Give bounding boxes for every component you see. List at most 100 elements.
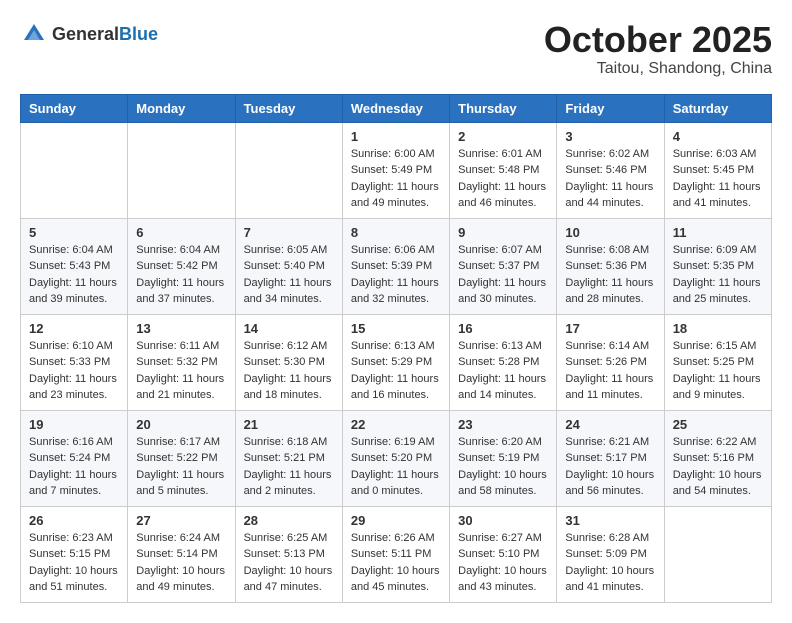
calendar-cell: 7Sunrise: 6:05 AM Sunset: 5:40 PM Daylig… xyxy=(235,218,342,314)
page-header: GeneralBlue October 2025 Taitou, Shandon… xyxy=(20,20,772,78)
calendar-cell: 23 Sunrise: 6:20 AM Sunset: 5:19 PM Dayli… xyxy=(450,410,557,506)
day-info: Sunrise: 6:03 AM Sunset: 5:45 PM Dayligh… xyxy=(673,146,763,212)
calendar-cell: 13 Sunrise: 6:11 AM Sunset: 5:32 PM Dayli… xyxy=(128,314,235,410)
day-info: Sunrise: 6:21 AM Sunset: 5:17 PM Dayligh… xyxy=(565,434,655,500)
location-title: Taitou, Shandong, China xyxy=(544,60,772,78)
weekday-header-wednesday: Wednesday xyxy=(342,94,449,122)
day-info: Sunrise: 6:27 AM Sunset: 5:10 PM Dayligh… xyxy=(458,530,548,596)
weekday-header-friday: Friday xyxy=(557,94,664,122)
calendar-cell: 1 Sunrise: 6:00 AM Sunset: 5:49 PM Daylig… xyxy=(342,122,449,218)
calendar-cell: 8Sunrise: 6:06 AM Sunset: 5:39 PM Daylig… xyxy=(342,218,449,314)
day-number: 9 xyxy=(458,225,548,240)
day-info: Sunrise: 6:04 AM Sunset: 5:42 PM Dayligh… xyxy=(136,242,226,308)
calendar-cell: 20 Sunrise: 6:17 AM Sunset: 5:22 PM Dayli… xyxy=(128,410,235,506)
calendar-cell: 30 Sunrise: 6:27 AM Sunset: 5:10 PM Dayli… xyxy=(450,506,557,602)
day-info: Sunrise: 6:04 AM Sunset: 5:43 PM Dayligh… xyxy=(29,242,119,308)
day-info: Sunrise: 6:10 AM Sunset: 5:33 PM Dayligh… xyxy=(29,338,119,404)
logo-general: General xyxy=(52,24,119,44)
day-info: Sunrise: 6:07 AM Sunset: 5:37 PM Dayligh… xyxy=(458,242,548,308)
day-number: 8 xyxy=(351,225,441,240)
day-number: 26 xyxy=(29,513,119,528)
week-row-4: 19 Sunrise: 6:16 AM Sunset: 5:24 PM Dayli… xyxy=(21,410,772,506)
day-number: 27 xyxy=(136,513,226,528)
day-number: 31 xyxy=(565,513,655,528)
day-info: Sunrise: 6:08 AM Sunset: 5:36 PM Dayligh… xyxy=(565,242,655,308)
calendar-cell: 21 Sunrise: 6:18 AM Sunset: 5:21 PM Dayli… xyxy=(235,410,342,506)
day-number: 7 xyxy=(244,225,334,240)
day-number: 18 xyxy=(673,321,763,336)
weekday-header-monday: Monday xyxy=(128,94,235,122)
day-number: 3 xyxy=(565,129,655,144)
day-number: 12 xyxy=(29,321,119,336)
calendar-cell: 18Sunrise: 6:15 AM Sunset: 5:25 PM Dayli… xyxy=(664,314,771,410)
day-number: 5 xyxy=(29,225,119,240)
title-block: October 2025 Taitou, Shandong, China xyxy=(544,20,772,78)
day-number: 19 xyxy=(29,417,119,432)
calendar-cell: 14Sunrise: 6:12 AM Sunset: 5:30 PM Dayli… xyxy=(235,314,342,410)
day-number: 20 xyxy=(136,417,226,432)
day-number: 30 xyxy=(458,513,548,528)
calendar-cell: 22Sunrise: 6:19 AM Sunset: 5:20 PM Dayli… xyxy=(342,410,449,506)
calendar-cell: 3 Sunrise: 6:02 AM Sunset: 5:46 PM Daylig… xyxy=(557,122,664,218)
week-row-1: 1 Sunrise: 6:00 AM Sunset: 5:49 PM Daylig… xyxy=(21,122,772,218)
calendar-cell: 6 Sunrise: 6:04 AM Sunset: 5:42 PM Daylig… xyxy=(128,218,235,314)
day-info: Sunrise: 6:02 AM Sunset: 5:46 PM Dayligh… xyxy=(565,146,655,212)
day-info: Sunrise: 6:09 AM Sunset: 5:35 PM Dayligh… xyxy=(673,242,763,308)
day-info: Sunrise: 6:11 AM Sunset: 5:32 PM Dayligh… xyxy=(136,338,226,404)
day-number: 11 xyxy=(673,225,763,240)
day-number: 29 xyxy=(351,513,441,528)
calendar-cell: 2 Sunrise: 6:01 AM Sunset: 5:48 PM Daylig… xyxy=(450,122,557,218)
calendar-table: SundayMondayTuesdayWednesdayThursdayFrid… xyxy=(20,94,772,603)
weekday-header-row: SundayMondayTuesdayWednesdayThursdayFrid… xyxy=(21,94,772,122)
day-info: Sunrise: 6:17 AM Sunset: 5:22 PM Dayligh… xyxy=(136,434,226,500)
day-info: Sunrise: 6:19 AM Sunset: 5:20 PM Dayligh… xyxy=(351,434,441,500)
calendar-cell xyxy=(21,122,128,218)
calendar-cell: 15Sunrise: 6:13 AM Sunset: 5:29 PM Dayli… xyxy=(342,314,449,410)
day-info: Sunrise: 6:16 AM Sunset: 5:24 PM Dayligh… xyxy=(29,434,119,500)
day-number: 14 xyxy=(244,321,334,336)
calendar-cell xyxy=(664,506,771,602)
calendar-cell: 10 Sunrise: 6:08 AM Sunset: 5:36 PM Dayli… xyxy=(557,218,664,314)
logo-blue: Blue xyxy=(119,24,158,44)
day-number: 17 xyxy=(565,321,655,336)
day-info: Sunrise: 6:28 AM Sunset: 5:09 PM Dayligh… xyxy=(565,530,655,596)
calendar-cell: 27Sunrise: 6:24 AM Sunset: 5:14 PM Dayli… xyxy=(128,506,235,602)
week-row-2: 5 Sunrise: 6:04 AM Sunset: 5:43 PM Daylig… xyxy=(21,218,772,314)
calendar-cell: 28Sunrise: 6:25 AM Sunset: 5:13 PM Dayli… xyxy=(235,506,342,602)
day-number: 21 xyxy=(244,417,334,432)
day-info: Sunrise: 6:13 AM Sunset: 5:29 PM Dayligh… xyxy=(351,338,441,404)
day-number: 23 xyxy=(458,417,548,432)
weekday-header-sunday: Sunday xyxy=(21,94,128,122)
calendar-cell: 26Sunrise: 6:23 AM Sunset: 5:15 PM Dayli… xyxy=(21,506,128,602)
day-number: 13 xyxy=(136,321,226,336)
calendar-cell xyxy=(128,122,235,218)
calendar-cell: 19 Sunrise: 6:16 AM Sunset: 5:24 PM Dayli… xyxy=(21,410,128,506)
day-number: 10 xyxy=(565,225,655,240)
day-number: 28 xyxy=(244,513,334,528)
day-info: Sunrise: 6:13 AM Sunset: 5:28 PM Dayligh… xyxy=(458,338,548,404)
calendar-cell: 24Sunrise: 6:21 AM Sunset: 5:17 PM Dayli… xyxy=(557,410,664,506)
day-info: Sunrise: 6:01 AM Sunset: 5:48 PM Dayligh… xyxy=(458,146,548,212)
day-number: 16 xyxy=(458,321,548,336)
day-info: Sunrise: 6:14 AM Sunset: 5:26 PM Dayligh… xyxy=(565,338,655,404)
week-row-5: 26Sunrise: 6:23 AM Sunset: 5:15 PM Dayli… xyxy=(21,506,772,602)
weekday-header-tuesday: Tuesday xyxy=(235,94,342,122)
calendar-cell: 16 Sunrise: 6:13 AM Sunset: 5:28 PM Dayli… xyxy=(450,314,557,410)
day-info: Sunrise: 6:20 AM Sunset: 5:19 PM Dayligh… xyxy=(458,434,548,500)
logo-icon xyxy=(20,20,48,48)
calendar-cell: 25Sunrise: 6:22 AM Sunset: 5:16 PM Dayli… xyxy=(664,410,771,506)
day-info: Sunrise: 6:00 AM Sunset: 5:49 PM Dayligh… xyxy=(351,146,441,212)
calendar-cell: 12 Sunrise: 6:10 AM Sunset: 5:33 PM Dayli… xyxy=(21,314,128,410)
calendar-cell: 11 Sunrise: 6:09 AM Sunset: 5:35 PM Dayli… xyxy=(664,218,771,314)
calendar-cell: 31 Sunrise: 6:28 AM Sunset: 5:09 PM Dayli… xyxy=(557,506,664,602)
day-number: 1 xyxy=(351,129,441,144)
week-row-3: 12 Sunrise: 6:10 AM Sunset: 5:33 PM Dayli… xyxy=(21,314,772,410)
day-info: Sunrise: 6:18 AM Sunset: 5:21 PM Dayligh… xyxy=(244,434,334,500)
day-number: 2 xyxy=(458,129,548,144)
day-number: 4 xyxy=(673,129,763,144)
calendar-cell: 29Sunrise: 6:26 AM Sunset: 5:11 PM Dayli… xyxy=(342,506,449,602)
calendar-cell: 5 Sunrise: 6:04 AM Sunset: 5:43 PM Daylig… xyxy=(21,218,128,314)
calendar-cell: 9 Sunrise: 6:07 AM Sunset: 5:37 PM Daylig… xyxy=(450,218,557,314)
day-number: 6 xyxy=(136,225,226,240)
weekday-header-thursday: Thursday xyxy=(450,94,557,122)
